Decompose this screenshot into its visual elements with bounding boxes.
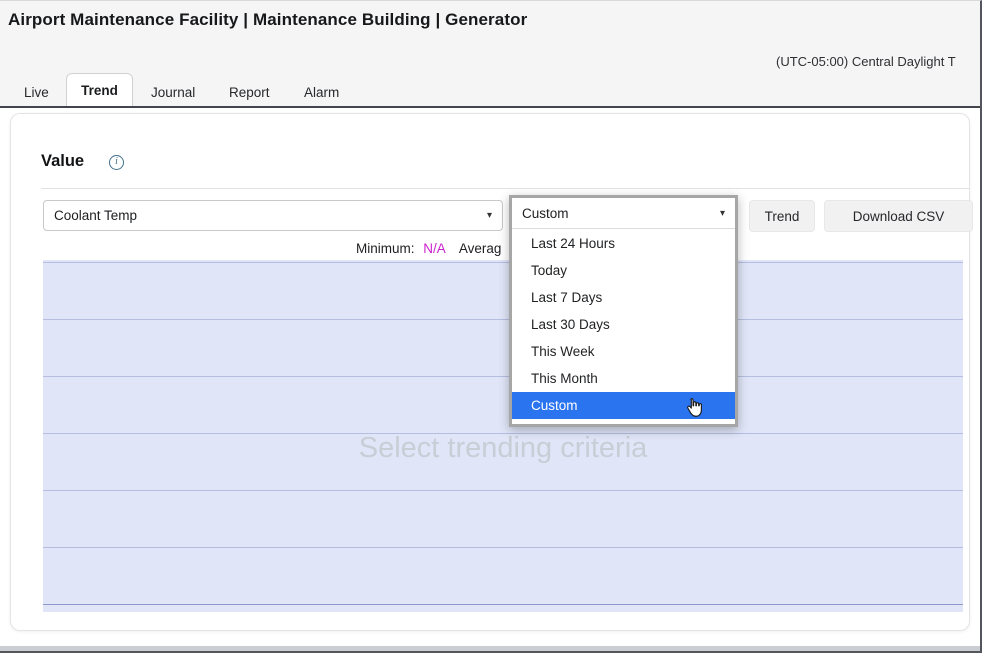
page-title: Airport Maintenance Facility | Maintenan… [8,10,527,30]
window-bottom-edge [0,646,980,653]
minimum-value: N/A [423,241,446,256]
tab-trend[interactable]: Trend [66,73,133,106]
chart-gridline [43,547,963,548]
range-dropdown: Custom ▾ Last 24 Hours Today Last 7 Days… [509,195,738,427]
chevron-down-icon: ▾ [487,210,492,221]
chart-placeholder-text: Select trending criteria [43,432,963,465]
trend-button[interactable]: Trend [749,200,815,232]
app-window: Airport Maintenance Facility | Maintenan… [0,0,982,653]
minimum-label: Minimum: [356,241,415,256]
chart-axis-line [43,604,963,605]
option-last-30-days[interactable]: Last 30 Days [512,311,735,338]
point-select[interactable]: Coolant Temp ▾ [43,200,503,231]
option-last-24-hours[interactable]: Last 24 Hours [512,230,735,257]
timezone-label: (UTC-05:00) Central Daylight T [776,54,956,69]
point-select-value: Coolant Temp [54,208,137,223]
option-today[interactable]: Today [512,257,735,284]
option-this-month[interactable]: This Month [512,365,735,392]
option-last-7-days[interactable]: Last 7 Days [512,284,735,311]
tab-report[interactable]: Report [229,85,270,100]
tab-trend-label: Trend [81,83,118,98]
tab-journal[interactable]: Journal [151,85,195,100]
average-label-partial: Averag [459,241,502,256]
range-option-list: Last 24 Hours Today Last 7 Days Last 30 … [512,229,735,424]
chevron-down-icon: ▾ [720,208,725,219]
tab-live[interactable]: Live [24,85,49,100]
range-select[interactable]: Custom ▾ [512,198,735,229]
trend-panel: Value i Coolant Temp ▾ Trend Download CS… [10,113,970,631]
option-this-week[interactable]: This Week [512,338,735,365]
top-bar: Airport Maintenance Facility | Maintenan… [0,1,980,108]
chart-gridline [43,319,963,320]
chart-gridline [43,262,963,263]
section-title: Value [41,152,84,171]
chart-gridline [43,376,963,377]
tab-alarm[interactable]: Alarm [304,85,339,100]
download-csv-button[interactable]: Download CSV [824,200,973,232]
cursor-icon [683,397,704,423]
range-select-value: Custom [522,206,569,221]
stats-row: Minimum: N/A Averag [356,241,501,256]
section-divider [41,188,969,189]
info-icon[interactable]: i [109,155,124,170]
chart-gridline [43,490,963,491]
trend-chart-area: Select trending criteria [43,260,963,612]
